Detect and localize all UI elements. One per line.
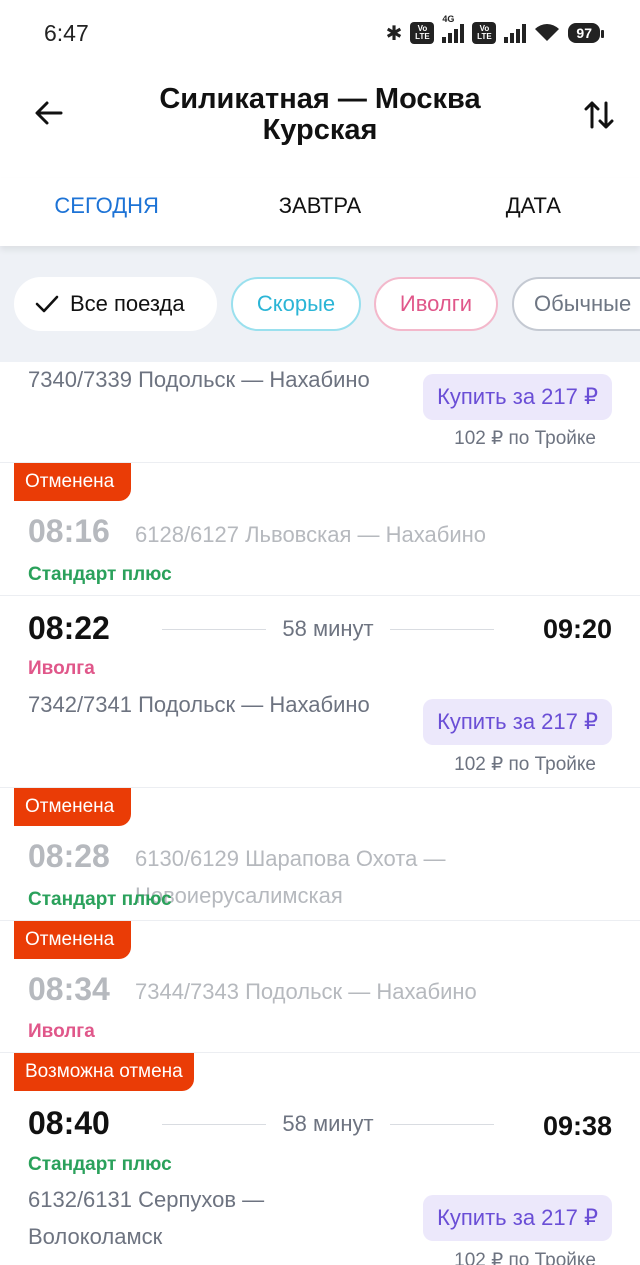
filter-all-trains[interactable]: Все поезда — [14, 277, 217, 331]
filter-ivolga[interactable]: Иволги — [374, 277, 498, 331]
train-route-line2: Волоколамск — [28, 1224, 163, 1249]
network-type: 4G — [442, 14, 455, 24]
status-badge: Отменена — [14, 788, 131, 826]
bluetooth-icon: ✱ — [385, 22, 403, 45]
arrival-time: 09:20 — [542, 614, 612, 644]
trip-duration: 58 минут — [162, 616, 495, 642]
train-type: Иволга — [28, 1021, 95, 1042]
train-card[interactable]: Отменена 08:34 7344/7343 Подольск — Наха… — [0, 921, 640, 1053]
status-icons: ✱ Vo LTE 4G Vo LTE 97 — [385, 14, 604, 46]
departure-time: 08:16 — [28, 513, 110, 549]
train-card[interactable]: Отменена 08:28 6130/6129 Шарапова Охота … — [0, 788, 640, 921]
page-title: Силикатная — Москва Курская — [159, 83, 481, 146]
train-route-line1: 6130/6129 Шарапова Охота — — [135, 846, 446, 871]
trip-duration: 58 минут — [162, 1111, 495, 1137]
train-card[interactable]: Возможна отмена 08:40 58 минут 09:38 Ста… — [0, 1053, 640, 1265]
departure-time: 08:34 — [28, 971, 110, 1007]
volte-icon: Vo LTE — [410, 22, 435, 44]
train-filters: Все поезда Скорые Иволги Обычные — [0, 246, 640, 362]
train-route: 7340/7339 Подольск — Нахабино — [28, 367, 370, 392]
troika-price: 102 ₽ по Тройке — [454, 754, 596, 775]
arrival-time: 09:38 — [542, 1111, 612, 1141]
buy-ticket-button[interactable]: Купить за 217 ₽ — [423, 1195, 612, 1241]
troika-price: 102 ₽ по Тройке — [454, 1250, 596, 1265]
train-route: 7344/7343 Подольск — Нахабино — [135, 979, 477, 1004]
status-bar: 6:47 ✱ Vo LTE 4G Vo LTE 97 — [0, 0, 640, 68]
train-route-line1: 6132/6131 Серпухов — — [28, 1187, 265, 1212]
volte-icon: Vo LTE — [472, 22, 497, 44]
filter-regular[interactable]: Обычные — [512, 277, 640, 331]
train-card[interactable]: 7340/7339 Подольск — Нахабино Купить за … — [0, 362, 640, 463]
train-type: Стандарт плюс — [28, 1154, 172, 1175]
train-list: 7340/7339 Подольск — Нахабино Купить за … — [0, 362, 640, 1265]
tab-date[interactable]: ДАТА — [427, 178, 640, 246]
filter-express[interactable]: Скорые — [231, 277, 361, 331]
checkmark-icon — [35, 295, 59, 313]
signal-icon — [504, 23, 527, 43]
departure-time: 08:22 — [28, 610, 110, 646]
date-tabs: СЕГОДНЯ ЗАВТРА ДАТА — [0, 178, 640, 246]
tab-today[interactable]: СЕГОДНЯ — [0, 178, 213, 246]
status-time: 6:47 — [44, 20, 89, 46]
departure-time: 08:28 — [28, 838, 110, 874]
train-type: Стандарт плюс — [28, 889, 172, 910]
filter-label: Все поезда — [70, 291, 185, 316]
train-type: Иволга — [28, 658, 95, 679]
buy-ticket-button[interactable]: Купить за 217 ₽ — [423, 374, 612, 420]
train-route: 6128/6127 Львовская — Нахабино — [135, 522, 486, 547]
train-card[interactable]: 08:22 58 минут 09:20 Иволга 7342/7341 По… — [0, 596, 640, 788]
troika-price: 102 ₽ по Тройке — [454, 428, 596, 449]
status-badge: Возможна отмена — [14, 1053, 194, 1091]
app-header: Силикатная — Москва Курская — [0, 68, 640, 178]
train-type: Стандарт плюс — [28, 564, 172, 585]
train-card[interactable]: Отменена 08:16 6128/6127 Львовская — Нах… — [0, 463, 640, 596]
train-route: 7342/7341 Подольск — Нахабино — [28, 692, 370, 717]
swap-vertical-icon[interactable] — [580, 96, 618, 134]
departure-time: 08:40 — [28, 1105, 110, 1141]
tab-tomorrow[interactable]: ЗАВТРА — [213, 178, 426, 246]
duration-label: 58 минут — [282, 616, 374, 641]
battery-icon: 97 — [568, 23, 604, 43]
arrow-left-icon[interactable] — [30, 94, 68, 132]
buy-ticket-button[interactable]: Купить за 217 ₽ — [423, 699, 612, 745]
wifi-icon — [535, 24, 560, 41]
signal-icon: 4G — [442, 14, 465, 43]
status-badge: Отменена — [14, 921, 131, 959]
duration-label: 58 минут — [282, 1111, 374, 1136]
status-badge: Отменена — [14, 463, 131, 501]
